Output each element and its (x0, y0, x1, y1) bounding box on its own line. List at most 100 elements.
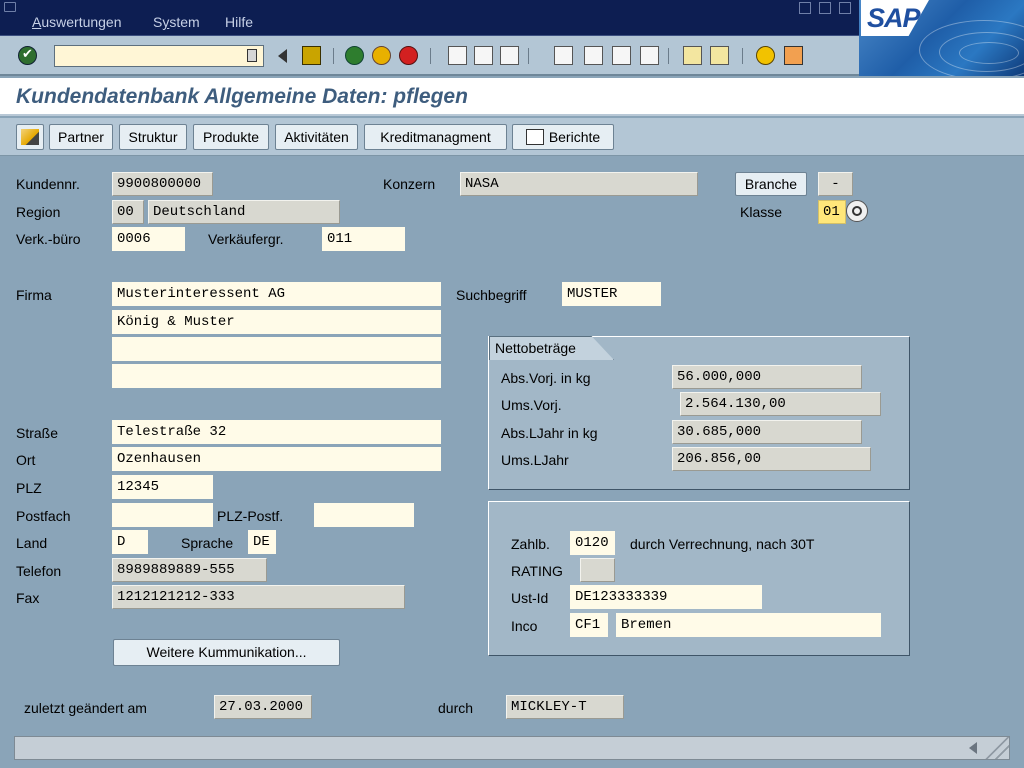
zahlb-text: durch Verrechnung, nach 30T (630, 536, 815, 552)
plz-label: PLZ (16, 480, 42, 496)
konzern-field[interactable]: NASA (460, 172, 698, 196)
berichte-button[interactable]: Berichte (512, 124, 614, 150)
save-icon[interactable] (302, 46, 321, 65)
kreditmanagment-button[interactable]: Kreditmanagment (364, 124, 507, 150)
first-page-icon[interactable] (554, 46, 573, 65)
partner-button[interactable]: Partner (49, 124, 113, 150)
ums-vorj-field[interactable]: 2.564.130,00 (680, 392, 881, 416)
region-name-field[interactable]: Deutschland (148, 200, 340, 224)
shortcut-icon[interactable] (710, 46, 729, 65)
ustid-field[interactable]: DE123333339 (570, 585, 762, 609)
system-toolbar (0, 36, 859, 76)
zahlb-label: Zahlb. (511, 536, 550, 552)
command-field[interactable] (54, 45, 264, 67)
application-toolbar: Partner Struktur Produkte Aktivitäten Kr… (0, 118, 1024, 156)
exit-icon[interactable] (372, 46, 391, 65)
toolbar-separator (430, 48, 431, 64)
firma-label: Firma (16, 287, 52, 303)
menu-auswertungen-label: uswertungen (41, 14, 122, 30)
find-icon[interactable] (474, 46, 493, 65)
strasse-field[interactable]: Telestraße 32 (112, 420, 441, 444)
menu-system-label: stem (169, 14, 200, 30)
aktivitaeten-button[interactable]: Aktivitäten (275, 124, 358, 150)
possible-entries-icon[interactable] (846, 200, 868, 222)
edit-button[interactable] (16, 124, 44, 150)
branche-button[interactable]: Branche (735, 172, 807, 196)
minimize-icon[interactable] (799, 2, 811, 14)
next-page-icon[interactable] (612, 46, 631, 65)
help-icon[interactable] (756, 46, 775, 65)
firma-line-3[interactable] (112, 337, 441, 361)
fax-field[interactable]: 1212121212-333 (112, 585, 405, 609)
menu-hilfe[interactable]: Hilfe (225, 14, 253, 30)
suchbegriff-label: Suchbegriff (456, 287, 527, 303)
page-title: Kundendatenbank Allgemeine Daten: pflege… (16, 85, 468, 108)
plz-postf-label: PLZ-Postf. (217, 508, 284, 524)
previous-page-icon[interactable] (584, 46, 603, 65)
weitere-kommunikation-button[interactable]: Weitere Kummunikation... (113, 639, 340, 666)
sap-logo-text: SAP (867, 3, 921, 33)
navigate-back-icon[interactable] (345, 46, 364, 65)
branche-field[interactable]: - (818, 172, 853, 196)
inco-ort-field[interactable]: Bremen (616, 613, 881, 637)
maximize-icon[interactable] (819, 2, 831, 14)
kundennr-field[interactable]: 9900800000 (112, 172, 213, 196)
abs-vorj-field[interactable]: 56.000,000 (672, 365, 862, 389)
pencil-icon (21, 129, 39, 145)
telefon-label: Telefon (16, 563, 62, 579)
toolbar-separator (742, 48, 743, 64)
print-icon[interactable] (448, 46, 467, 65)
menu-auswertungen[interactable]: Auswertungen (32, 14, 122, 30)
cancel-icon[interactable] (399, 46, 418, 65)
zahlb-field[interactable]: 0120 (570, 531, 615, 555)
command-history-icon[interactable] (247, 49, 257, 62)
verkaeufergr-field[interactable]: 011 (322, 227, 405, 251)
suchbegriff-field[interactable]: MUSTER (562, 282, 661, 306)
plz-postf-field[interactable] (314, 503, 414, 527)
find-next-icon[interactable] (500, 46, 519, 65)
rating-field[interactable] (580, 558, 615, 582)
produkte-button[interactable]: Produkte (193, 124, 269, 150)
ort-field[interactable]: Ozenhausen (112, 447, 441, 471)
ums-vorj-label: Ums.Vorj. (501, 397, 562, 413)
land-field[interactable]: D (112, 530, 148, 554)
plz-field[interactable]: 12345 (112, 475, 213, 499)
last-page-icon[interactable] (640, 46, 659, 65)
klasse-field[interactable]: 01 (818, 200, 846, 224)
verkaeufergr-label: Verkäufergr. (208, 231, 284, 247)
create-session-icon[interactable] (683, 46, 702, 65)
postfach-field[interactable] (112, 503, 213, 527)
inco-label: Inco (511, 618, 538, 634)
resize-grip-icon[interactable] (983, 737, 1009, 759)
region-code-field[interactable]: 00 (112, 200, 144, 224)
firma-line-2[interactable]: König & Muster (112, 310, 441, 334)
report-icon (525, 129, 544, 145)
inco-code-field[interactable]: CF1 (570, 613, 608, 637)
menu-system[interactable]: System (153, 14, 200, 30)
geaendert-field[interactable]: 27.03.2000 (214, 695, 312, 719)
berichte-label: Berichte (548, 129, 601, 145)
status-toggle-icon[interactable] (969, 742, 977, 754)
rating-label: RATING (511, 563, 563, 579)
ums-ljahr-field[interactable]: 206.856,00 (672, 447, 871, 471)
toolbar-separator (668, 48, 669, 64)
status-bar (14, 736, 1010, 760)
back-arrow-icon[interactable] (278, 49, 287, 63)
durch-field[interactable]: MICKLEY-T (506, 695, 624, 719)
close-window-icon[interactable] (839, 2, 851, 14)
struktur-button[interactable]: Struktur (119, 124, 187, 150)
toolbar-separator (528, 48, 529, 64)
ort-label: Ort (16, 452, 36, 468)
possible-entries-icon-ring (852, 206, 862, 216)
firma-line-1[interactable]: Musterinteressent AG (112, 282, 441, 306)
verkbuero-field[interactable]: 0006 (112, 227, 185, 251)
telefon-field[interactable]: 8989889889-555 (112, 558, 267, 582)
layout-icon[interactable] (784, 46, 803, 65)
fax-label: Fax (16, 590, 40, 606)
logo-ripple (959, 42, 1019, 64)
window-icon[interactable] (4, 2, 16, 12)
enter-icon[interactable] (18, 46, 37, 65)
firma-line-4[interactable] (112, 364, 441, 388)
sprache-field[interactable]: DE (248, 530, 276, 554)
abs-ljahr-field[interactable]: 30.685,000 (672, 420, 862, 444)
